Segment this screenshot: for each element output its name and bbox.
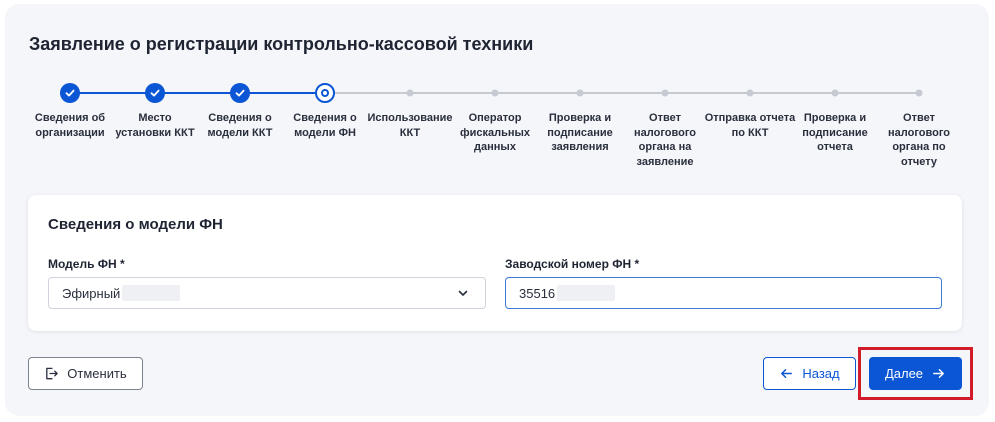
step-label: Проверка и подписание заявления xyxy=(547,112,613,153)
step-label: Отправка отчета по ККТ xyxy=(704,112,796,139)
step-label: Ответ налогового органа на заявление xyxy=(634,112,696,168)
redacted-mask xyxy=(122,285,181,301)
stepper-line-done xyxy=(70,92,325,94)
section-title: Сведения о модели ФН xyxy=(48,216,223,233)
model-select-value: Эфирный xyxy=(62,285,121,301)
chevron-down-icon xyxy=(458,290,468,296)
cancel-button-label: Отменить xyxy=(67,366,127,381)
serial-field-label: Заводской номер ФН * xyxy=(505,257,640,271)
step-9-dot xyxy=(746,89,754,97)
serial-number-input[interactable]: 35516 xyxy=(505,277,942,309)
back-button-label: Назад xyxy=(802,366,840,381)
step-5-dot xyxy=(406,89,414,97)
step-3-check-icon xyxy=(230,83,250,103)
step-6-dot xyxy=(491,89,499,97)
highlight-box xyxy=(858,347,973,400)
step-2-check-icon xyxy=(145,83,165,103)
step-label: Использование ККТ xyxy=(367,112,453,139)
step-1-check-icon xyxy=(60,83,80,103)
progress-stepper: Сведения об организации Место установки … xyxy=(0,0,995,180)
step-label: Сведения о модели ККТ xyxy=(207,112,273,139)
step-label: Сведения о модели ФН xyxy=(293,112,357,139)
step-11-dot xyxy=(915,89,923,97)
arrow-left-icon xyxy=(781,369,793,378)
step-label: Ответ налогового органа по отчету xyxy=(888,112,950,168)
step-8-dot xyxy=(661,89,669,97)
back-button[interactable]: Назад xyxy=(763,357,856,390)
stepper-line-upcoming xyxy=(325,92,919,94)
exit-icon xyxy=(46,367,59,380)
step-7-dot xyxy=(576,89,584,97)
step-label: Сведения об организации xyxy=(34,112,106,139)
step-10-dot xyxy=(831,89,839,97)
step-4-current-icon xyxy=(315,83,335,103)
model-field-label: Модель ФН * xyxy=(48,257,125,271)
fn-model-card: Сведения о модели ФН Модель ФН * Эфирный… xyxy=(28,195,962,331)
step-label: Проверка и подписание отчета xyxy=(802,112,868,153)
step-label: Оператор фискальных данных xyxy=(459,112,531,153)
cancel-button[interactable]: Отменить xyxy=(28,357,143,390)
step-label: Место установки ККТ xyxy=(115,112,195,139)
serial-number-value: 35516 xyxy=(519,285,556,301)
model-select[interactable]: Эфирный xyxy=(48,277,486,309)
redacted-mask xyxy=(557,285,616,301)
